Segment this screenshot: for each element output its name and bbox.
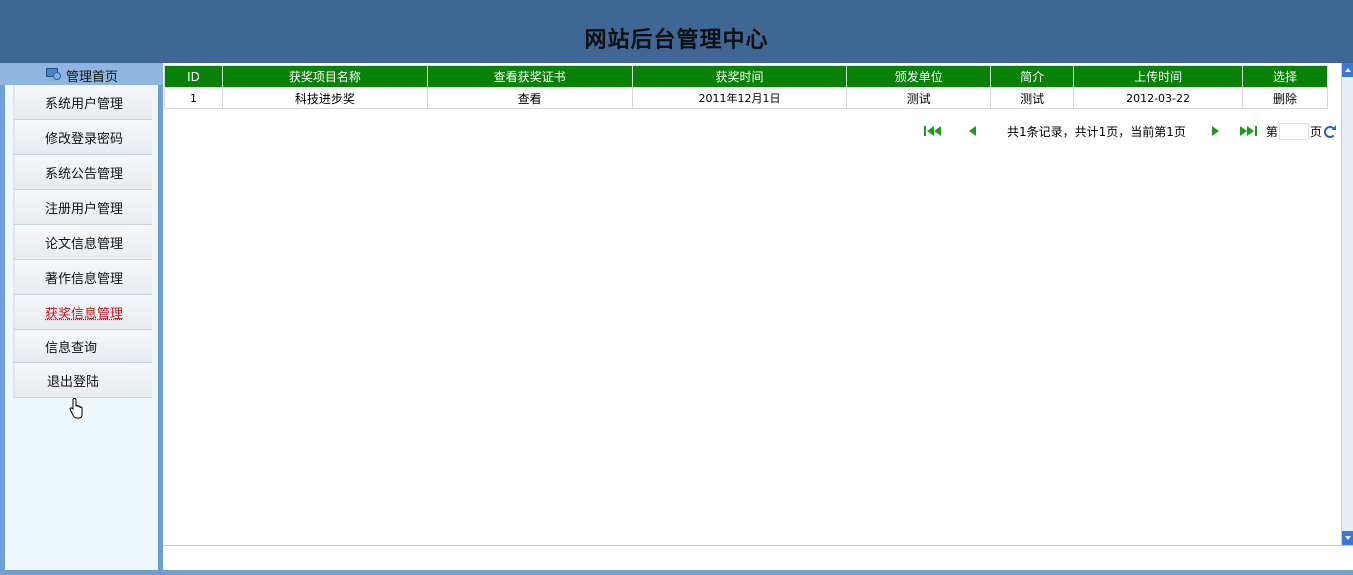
- cell-name: 科技进步奖: [221, 87, 428, 109]
- delete-link[interactable]: 删除: [1242, 87, 1328, 109]
- page-number-input[interactable]: [1278, 122, 1309, 140]
- sidebar: 管理首页 系统用户管理 修改登录密码 系统公告管理 注册用户管理 论文信息管理 …: [0, 63, 163, 575]
- sidebar-item-label: 系统公告管理: [45, 166, 124, 182]
- sidebar-item-label: 修改登录密码: [45, 131, 124, 147]
- sidebar-home-link[interactable]: 管理首页: [44, 66, 119, 85]
- scroll-up-icon[interactable]: [1342, 63, 1353, 77]
- page-title: 网站后台管理中心: [584, 27, 769, 53]
- sidebar-header: 管理首页: [0, 63, 163, 85]
- sidebar-item-awards[interactable]: 获奖信息管理: [13, 295, 152, 330]
- sidebar-item-label: 论文信息管理: [45, 236, 124, 252]
- awards-table: ID 获奖项目名称 查看获奖证书 获奖时间 颁发单位 简介 上传时间 选择 1 …: [164, 65, 1328, 109]
- pagination: 共1条记录，共计1页，当前第1页 第 页: [923, 122, 1337, 140]
- column-header-award-date: 获奖时间: [631, 65, 848, 88]
- bottom-border: [0, 570, 1353, 575]
- page-suffix-label: 页: [1309, 124, 1322, 139]
- sidebar-item-logout[interactable]: 退出登陆: [13, 363, 152, 398]
- sidebar-item-search[interactable]: 信息查询: [13, 330, 152, 363]
- sidebar-item-books[interactable]: 著作信息管理: [13, 260, 152, 295]
- column-header-id: ID: [164, 65, 223, 88]
- cell-award-date: 2011年12月1日: [631, 87, 848, 109]
- go-page-icon[interactable]: [1323, 125, 1337, 138]
- cell-id: 1: [164, 87, 223, 109]
- cell-upload-time: 2012-03-22: [1073, 87, 1243, 109]
- table-row: 1 科技进步奖 查看 2011年12月1日 测试 测试 2012-03-22 删…: [164, 87, 1328, 109]
- sidebar-item-registered-users[interactable]: 注册用户管理: [13, 190, 152, 225]
- column-header-certificate: 查看获奖证书: [426, 65, 633, 88]
- sidebar-item-label: 著作信息管理: [45, 271, 124, 287]
- view-certificate-link[interactable]: 查看: [426, 87, 633, 109]
- first-page-icon[interactable]: [923, 125, 945, 137]
- table-header-row: ID 获奖项目名称 查看获奖证书 获奖时间 颁发单位 简介 上传时间 选择: [164, 65, 1328, 88]
- column-header-intro: 简介: [990, 65, 1075, 88]
- sidebar-panel: 系统用户管理 修改登录密码 系统公告管理 注册用户管理 论文信息管理 著作信息管…: [5, 85, 158, 571]
- sidebar-item-label: 获奖信息管理: [45, 306, 124, 322]
- cell-issuer: 测试: [846, 87, 992, 109]
- content-bottom-strip: [163, 545, 1353, 570]
- sidebar-item-papers[interactable]: 论文信息管理: [13, 225, 152, 260]
- prev-page-icon[interactable]: [967, 125, 979, 137]
- sidebar-item-change-password[interactable]: 修改登录密码: [13, 120, 152, 155]
- column-header-select: 选择: [1242, 65, 1328, 88]
- page-prefix-label: 第: [1265, 124, 1278, 139]
- column-header-name: 获奖项目名称: [221, 65, 428, 88]
- sidebar-item-label: 信息查询: [45, 340, 98, 356]
- pagination-info: 共1条记录，共计1页，当前第1页: [1007, 124, 1186, 139]
- sidebar-item-label: 系统用户管理: [45, 96, 124, 112]
- next-page-icon[interactable]: [1209, 125, 1221, 137]
- column-header-issuer: 颁发单位: [846, 65, 992, 88]
- sidebar-item-label: 注册用户管理: [45, 201, 124, 217]
- last-page-icon[interactable]: [1239, 125, 1261, 137]
- header-bar: 网站后台管理中心: [0, 0, 1353, 63]
- main-content: ID 获奖项目名称 查看获奖证书 获奖时间 颁发单位 简介 上传时间 选择 1 …: [163, 63, 1341, 570]
- sidebar-item-label: 退出登陆: [47, 374, 100, 390]
- cell-intro: 测试: [990, 87, 1075, 109]
- computer-icon: [44, 67, 62, 83]
- sidebar-item-announcements[interactable]: 系统公告管理: [13, 155, 152, 190]
- sidebar-home-label: 管理首页: [66, 69, 119, 85]
- sidebar-item-system-users[interactable]: 系统用户管理: [13, 85, 152, 120]
- vertical-scrollbar[interactable]: [1341, 63, 1353, 545]
- hand-cursor-icon: [69, 398, 83, 419]
- sidebar-menu: 系统用户管理 修改登录密码 系统公告管理 注册用户管理 论文信息管理 著作信息管…: [13, 85, 152, 398]
- scroll-down-icon[interactable]: [1342, 531, 1353, 545]
- column-header-upload-time: 上传时间: [1073, 65, 1243, 88]
